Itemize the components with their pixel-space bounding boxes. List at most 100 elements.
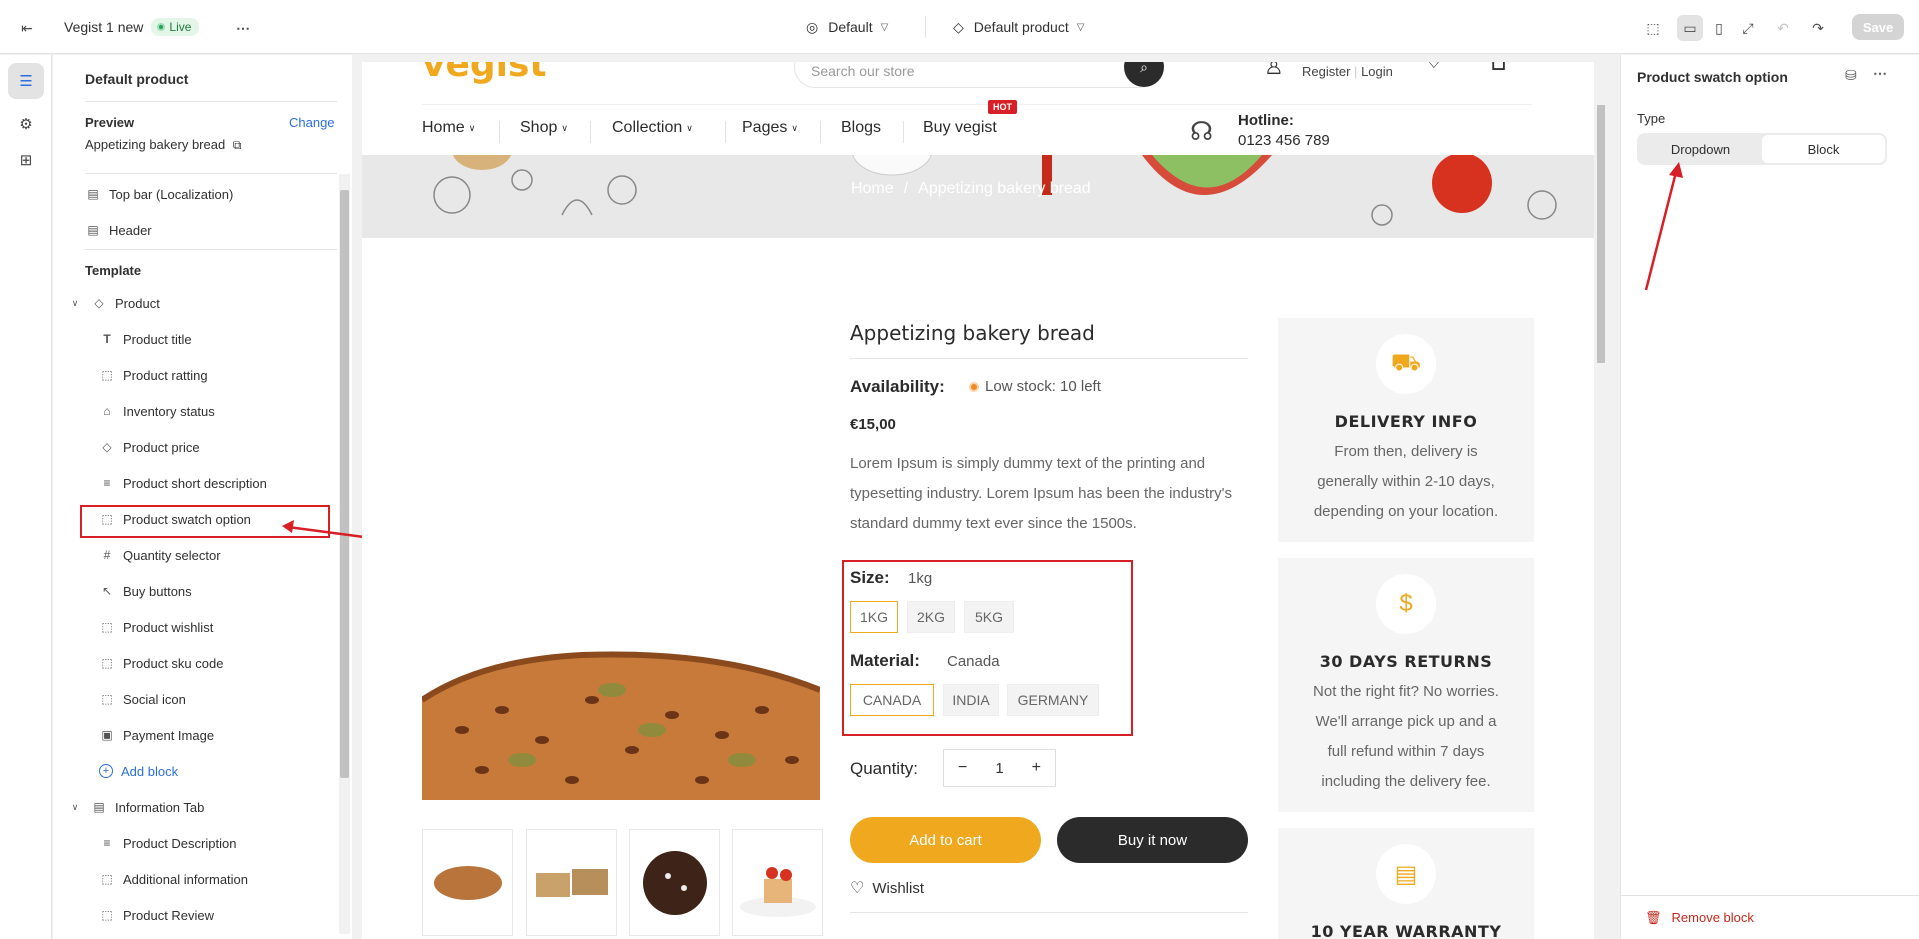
more-options-icon[interactable]: ⋯	[1873, 65, 1887, 82]
chevron-down-icon: ∨	[71, 801, 79, 812]
desktop-view-icon[interactable]: ▭	[1677, 15, 1703, 41]
size-swatch-1kg[interactable]: 1KG	[850, 601, 898, 633]
breadcrumb-separator: /	[903, 180, 909, 197]
buy-now-button[interactable]: Buy it now	[1057, 817, 1248, 863]
apps-icon[interactable]: ⊞	[8, 142, 44, 178]
block-label: Product short description	[123, 475, 267, 491]
nav-pages[interactable]: Pages ∨	[742, 119, 798, 137]
section-top-bar[interactable]: ▤ Top bar (Localization)	[85, 176, 369, 212]
stock-dot-icon	[969, 381, 979, 392]
undo-icon[interactable]: ↶	[1770, 15, 1796, 41]
product-thumbnail[interactable]	[732, 829, 823, 936]
quantity-minus-button[interactable]: −	[958, 759, 967, 777]
section-label: Information Tab	[115, 799, 205, 815]
nav-home[interactable]: Home ∨	[422, 119, 475, 137]
product-main-image[interactable]	[422, 640, 820, 800]
stock-status: Low stock: 10 left	[969, 378, 1101, 395]
tag-icon: ◇	[953, 18, 964, 35]
section-header[interactable]: ▤ Header	[85, 212, 369, 248]
add-to-cart-button[interactable]: Add to cart	[850, 817, 1041, 863]
image-icon: ▣	[101, 728, 113, 742]
quantity-label: Quantity:	[850, 759, 919, 778]
product-thumbnail[interactable]	[526, 829, 617, 936]
settings-gear-icon[interactable]: ⚙	[8, 106, 44, 142]
divider	[85, 101, 337, 102]
block-icon: ⬚	[101, 368, 113, 382]
block-icon: ⬚	[101, 656, 113, 670]
nav-collection[interactable]: Collection ∨	[612, 119, 693, 137]
store-name: Vegist 1 new Live	[64, 0, 200, 54]
redo-icon[interactable]: ↷	[1805, 15, 1831, 41]
tartlets-image	[739, 866, 816, 917]
wishlist-button[interactable]: ♡ Wishlist	[850, 878, 924, 898]
chevron-down-icon: ∨	[71, 297, 79, 308]
nav-buy-vegist[interactable]: Buy vegist	[923, 119, 997, 137]
material-label: Material:	[850, 651, 920, 670]
block-label: Inventory status	[123, 403, 215, 419]
size-label: Size:	[850, 568, 890, 587]
hash-icon: #	[103, 548, 111, 562]
login-link[interactable]: Login	[1361, 64, 1393, 79]
external-link-icon: ⧉	[232, 138, 242, 152]
block-label: Product sku code	[123, 655, 224, 671]
material-swatch-canada[interactable]: CANADA	[850, 684, 934, 716]
store-icon: ⌂	[103, 404, 111, 418]
type-option-block[interactable]: Block	[1762, 135, 1885, 163]
sidebar-scrollbar-thumb[interactable]	[340, 190, 349, 778]
quantity-plus-button[interactable]: +	[1032, 759, 1041, 777]
sections-icon[interactable]: ☰	[8, 63, 44, 99]
template-select[interactable]: ◇ Default product ▽	[953, 0, 1084, 54]
paragraph-icon: ≡	[103, 476, 111, 490]
preview-scrollbar-thumb[interactable]	[1597, 105, 1605, 363]
product-price: €15,00	[850, 416, 896, 433]
block-label: Additional information	[123, 871, 249, 887]
cart-icon[interactable]: ⊔	[1490, 62, 1507, 76]
change-preview-link[interactable]: Change	[289, 115, 335, 130]
product-title: Appetizing bakery bread	[850, 321, 1095, 345]
add-block-label: Add block	[121, 763, 179, 779]
text-icon: T	[103, 332, 111, 346]
user-icon[interactable]: ♙	[1264, 62, 1284, 80]
search-input[interactable]: Search our store	[794, 62, 1161, 88]
size-swatch-2kg[interactable]: 2KG	[907, 601, 955, 633]
product-thumbnail[interactable]	[422, 829, 513, 936]
size-swatch-5kg[interactable]: 5KG	[964, 601, 1014, 633]
mobile-view-icon[interactable]: ▯	[1706, 15, 1732, 41]
sections-sidebar: Default product Preview Change Appetizin…	[53, 55, 352, 939]
material-swatch-germany[interactable]: GERMANY	[1007, 684, 1099, 716]
register-link[interactable]: Register	[1302, 64, 1350, 79]
fullscreen-icon[interactable]: ⤢	[1735, 15, 1761, 41]
delivery-info-box: ⛟ DELIVERY INFO From then, delivery is g…	[1278, 318, 1534, 542]
remove-block-button[interactable]: 🗑 Remove block	[1621, 895, 1919, 939]
divider	[422, 104, 1532, 105]
nav-divider	[590, 121, 591, 143]
nav-divider	[903, 121, 904, 143]
chevron-down-icon: ∨	[791, 122, 798, 133]
truck-icon: ⛟	[1376, 334, 1436, 394]
price-tag-icon: ◇	[102, 440, 112, 454]
exit-icon[interactable]: ⇤	[14, 15, 40, 41]
more-options-icon[interactable]: ⋯	[230, 15, 256, 41]
breadcrumb-home[interactable]: Home	[851, 180, 894, 197]
section-product[interactable]: ∨ ◇ Product	[67, 285, 351, 321]
preview-product[interactable]: Appetizing bakery bread ⧉	[85, 137, 241, 153]
section-information-tab[interactable]: ∨ ▤ Information Tab	[67, 789, 351, 825]
block-icon: ⬚	[101, 620, 113, 634]
hotline-label: Hotline:	[1238, 112, 1294, 129]
inspector-icon[interactable]: ⬚	[1640, 15, 1666, 41]
divider	[85, 249, 337, 250]
material-swatch-india[interactable]: INDIA	[943, 684, 999, 716]
wishlist-heart-icon[interactable]: ♡	[1424, 62, 1444, 74]
quantity-input[interactable]: 1	[995, 760, 1003, 777]
database-icon[interactable]: ⛁	[1845, 67, 1857, 84]
save-button[interactable]: Save	[1852, 14, 1904, 40]
nav-blogs[interactable]: Blogs	[841, 119, 881, 137]
product-thumbnail[interactable]	[629, 829, 720, 936]
block-label: Product Review	[123, 907, 215, 923]
nav-shop[interactable]: Shop ∨	[520, 119, 568, 137]
block-label: Buy buttons	[123, 583, 192, 599]
store-logo[interactable]: vegist	[422, 62, 547, 85]
block-label: Product price	[123, 439, 200, 455]
theme-select[interactable]: ◎ Default ▽	[806, 0, 888, 54]
hotline-number[interactable]: 0123 456 789	[1238, 132, 1330, 149]
